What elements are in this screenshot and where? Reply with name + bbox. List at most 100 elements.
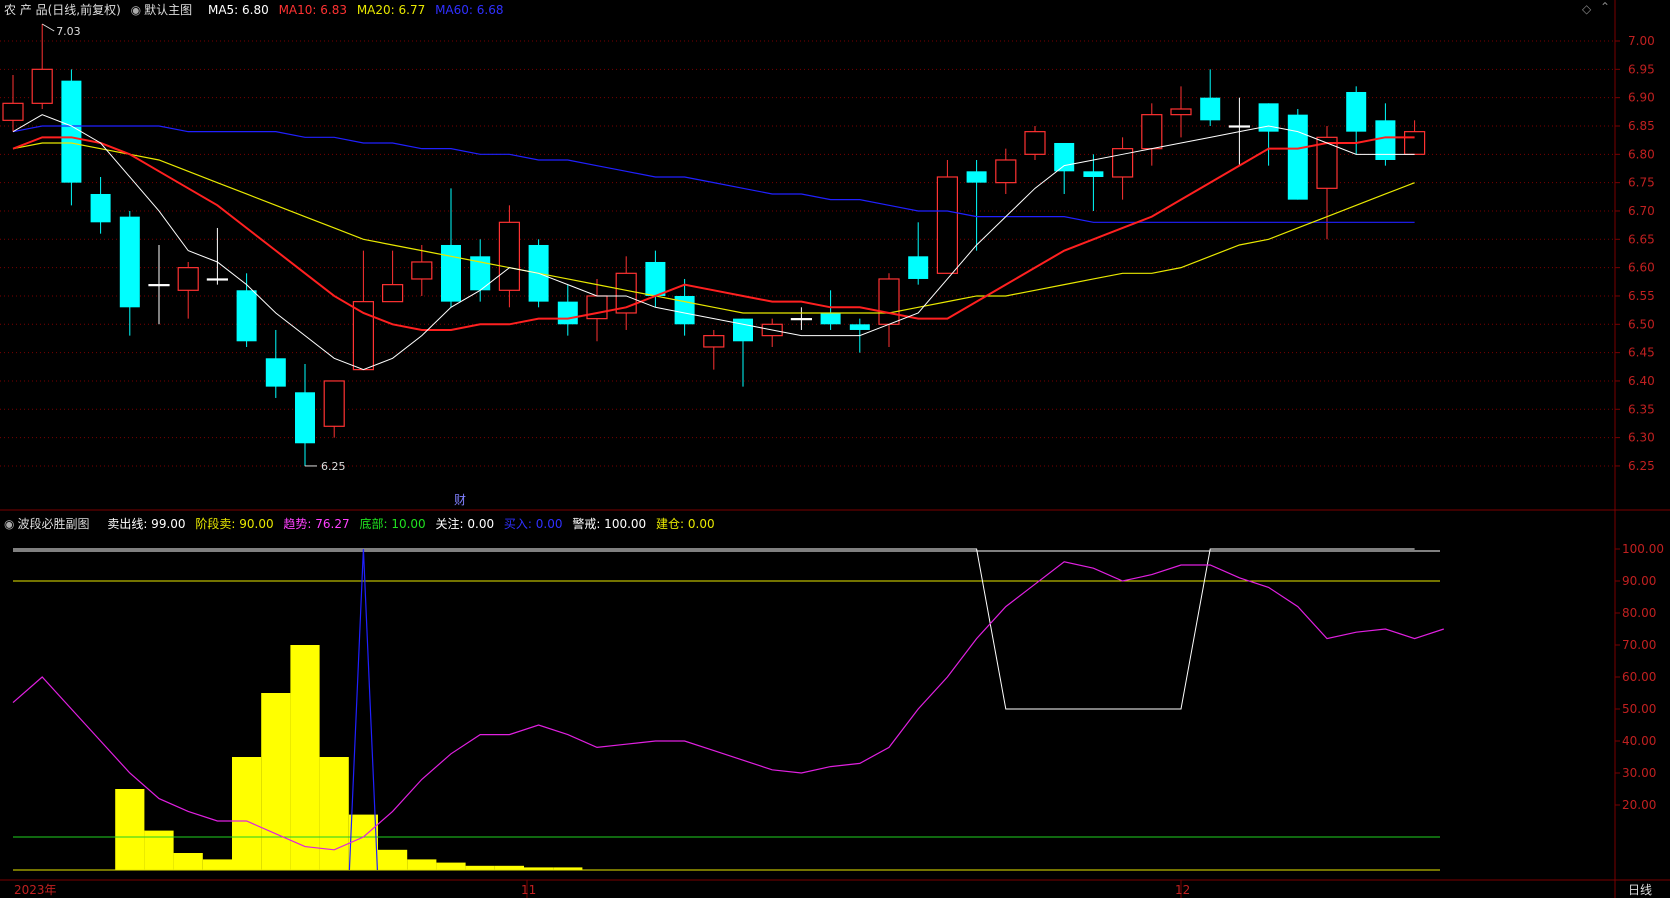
ind-tick-label: 40.00 [1622, 734, 1656, 748]
candle-body [995, 159, 1017, 184]
price-tick-label: 6.35 [1628, 402, 1655, 416]
candle-body [206, 278, 228, 281]
indicator-title[interactable]: 波段必胜副图 [17, 517, 89, 531]
ind-tick-label: 90.00 [1622, 574, 1656, 588]
candle-body [295, 392, 315, 444]
candle-body [790, 318, 813, 321]
template-selector[interactable]: ◉ 默认主图 [131, 3, 199, 17]
ma60-label: MA60: 6.68 [435, 3, 504, 17]
price-tick-label: 6.70 [1628, 204, 1655, 218]
indicator-header: ◉ 波段必胜副图 卖出线: 99.00 阶段卖: 90.00 趋势: 76.27 … [4, 516, 721, 532]
candle-body [323, 380, 345, 427]
ma10-label: MA10: 6.83 [278, 3, 347, 17]
candle-body [90, 193, 111, 223]
price-tick-label: 6.65 [1628, 232, 1655, 246]
price-tick-label: 6.25 [1628, 459, 1655, 473]
candle-body [31, 68, 53, 104]
buy-label: 买入: 0.00 [503, 517, 563, 531]
yellow-bar [436, 862, 466, 870]
price-tick-label: 6.55 [1628, 289, 1655, 303]
low-price-annotation: 6.25 [321, 460, 346, 473]
candle-body [236, 290, 257, 342]
candle-body [820, 312, 841, 325]
ind-tick-label: 80.00 [1622, 606, 1656, 620]
price-tick-label: 6.85 [1628, 119, 1655, 133]
yellow-bar [378, 849, 408, 870]
price-tick-label: 6.30 [1628, 431, 1655, 445]
candle-body [1170, 108, 1192, 116]
price-tick-label: 7.00 [1628, 34, 1655, 48]
circle-toggle-icon[interactable]: ◉ [131, 3, 141, 17]
high-price-annotation: 7.03 [56, 25, 80, 38]
candle-body [1228, 125, 1251, 128]
yellow-bar [173, 853, 203, 870]
stage-sell-label: 阶段卖: 90.00 [195, 517, 274, 531]
candle-body [908, 256, 929, 279]
ind-tick-label: 60.00 [1622, 670, 1656, 684]
yellow-bar [261, 693, 291, 870]
price-tick-label: 6.60 [1628, 261, 1655, 275]
candle-body [265, 358, 286, 387]
trend-label: 趋势: 76.27 [283, 517, 350, 531]
yellow-bar [407, 859, 437, 870]
ind-tick-label: 20.00 [1622, 798, 1656, 812]
yellow-bar [465, 865, 495, 870]
symbol-title[interactable]: 农 产 品(日线,前复权) [4, 3, 121, 17]
template-label: 默认主图 [144, 3, 193, 17]
price-tick-label: 6.40 [1628, 374, 1655, 388]
candle-body [1403, 131, 1426, 155]
ma5-label: MA5: 6.80 [207, 3, 269, 17]
yellow-bar [115, 789, 145, 870]
build-label: 建仓: 0.00 [656, 517, 715, 531]
time-label-nov: 11 [521, 883, 536, 897]
main-chart-header: 农 产 品(日线,前复权) ◉ 默认主图 MA5: 6.80 MA10: 6.83… [4, 2, 510, 18]
candle-body [498, 221, 520, 291]
candle-body [1054, 142, 1075, 172]
ind-tick-label: 50.00 [1622, 702, 1656, 716]
yellow-bar [319, 757, 349, 870]
finance-marker: 财 [454, 493, 466, 507]
price-tick-label: 6.80 [1628, 147, 1655, 161]
indicator-toggle-icon[interactable]: ◉ [4, 517, 14, 531]
candle-body [61, 80, 82, 183]
candle-body [148, 284, 170, 287]
time-label-dec: 12 [1175, 883, 1190, 897]
candle-body [878, 278, 900, 325]
candle-body [936, 176, 959, 274]
candle-body [1287, 114, 1308, 200]
candle-body [2, 102, 24, 121]
yellow-bar [232, 757, 262, 870]
candle-body [1200, 97, 1221, 121]
price-tick-label: 6.90 [1628, 91, 1655, 105]
ind-tick-label: 100.00 [1622, 542, 1664, 556]
bottom-label: 底部: 10.00 [359, 517, 426, 531]
candle-body [119, 216, 140, 308]
candle-body [645, 261, 666, 296]
diamond-icon[interactable]: ◇ [1582, 2, 1591, 16]
trend-line [12, 561, 1444, 851]
collapse-icon[interactable]: ⌃ [1600, 0, 1610, 14]
period-label: 日线 [1628, 883, 1652, 897]
candle-body [557, 301, 578, 325]
sell-line-label: 卖出线: 99.00 [107, 517, 186, 531]
attention-label: 关注: 0.00 [435, 517, 495, 531]
chart-canvas[interactable]: 7.00 6.95 6.90 6.85 6.80 6.75 6.70 6.65 6.60 6.55… [0, 0, 1670, 898]
yellow-bar [494, 865, 524, 870]
ma20-line [12, 142, 1415, 314]
candle-body [966, 171, 987, 183]
high-pointer [41, 23, 55, 32]
price-tick-label: 6.50 [1628, 317, 1655, 331]
alert-white-line [13, 548, 1415, 710]
price-tick-label: 6.45 [1628, 346, 1655, 360]
candle-body [441, 244, 461, 302]
candle-body [177, 267, 199, 291]
candle-body [703, 335, 725, 348]
yellow-bar [290, 645, 320, 870]
time-label-year: 2023年 [14, 883, 57, 897]
ind-tick-label: 30.00 [1622, 766, 1656, 780]
candle-body [1024, 131, 1046, 155]
ma10-line [12, 136, 1415, 331]
price-tick-label: 6.75 [1628, 176, 1655, 190]
yellow-bar [202, 859, 232, 870]
ind-tick-label: 70.00 [1622, 638, 1656, 652]
